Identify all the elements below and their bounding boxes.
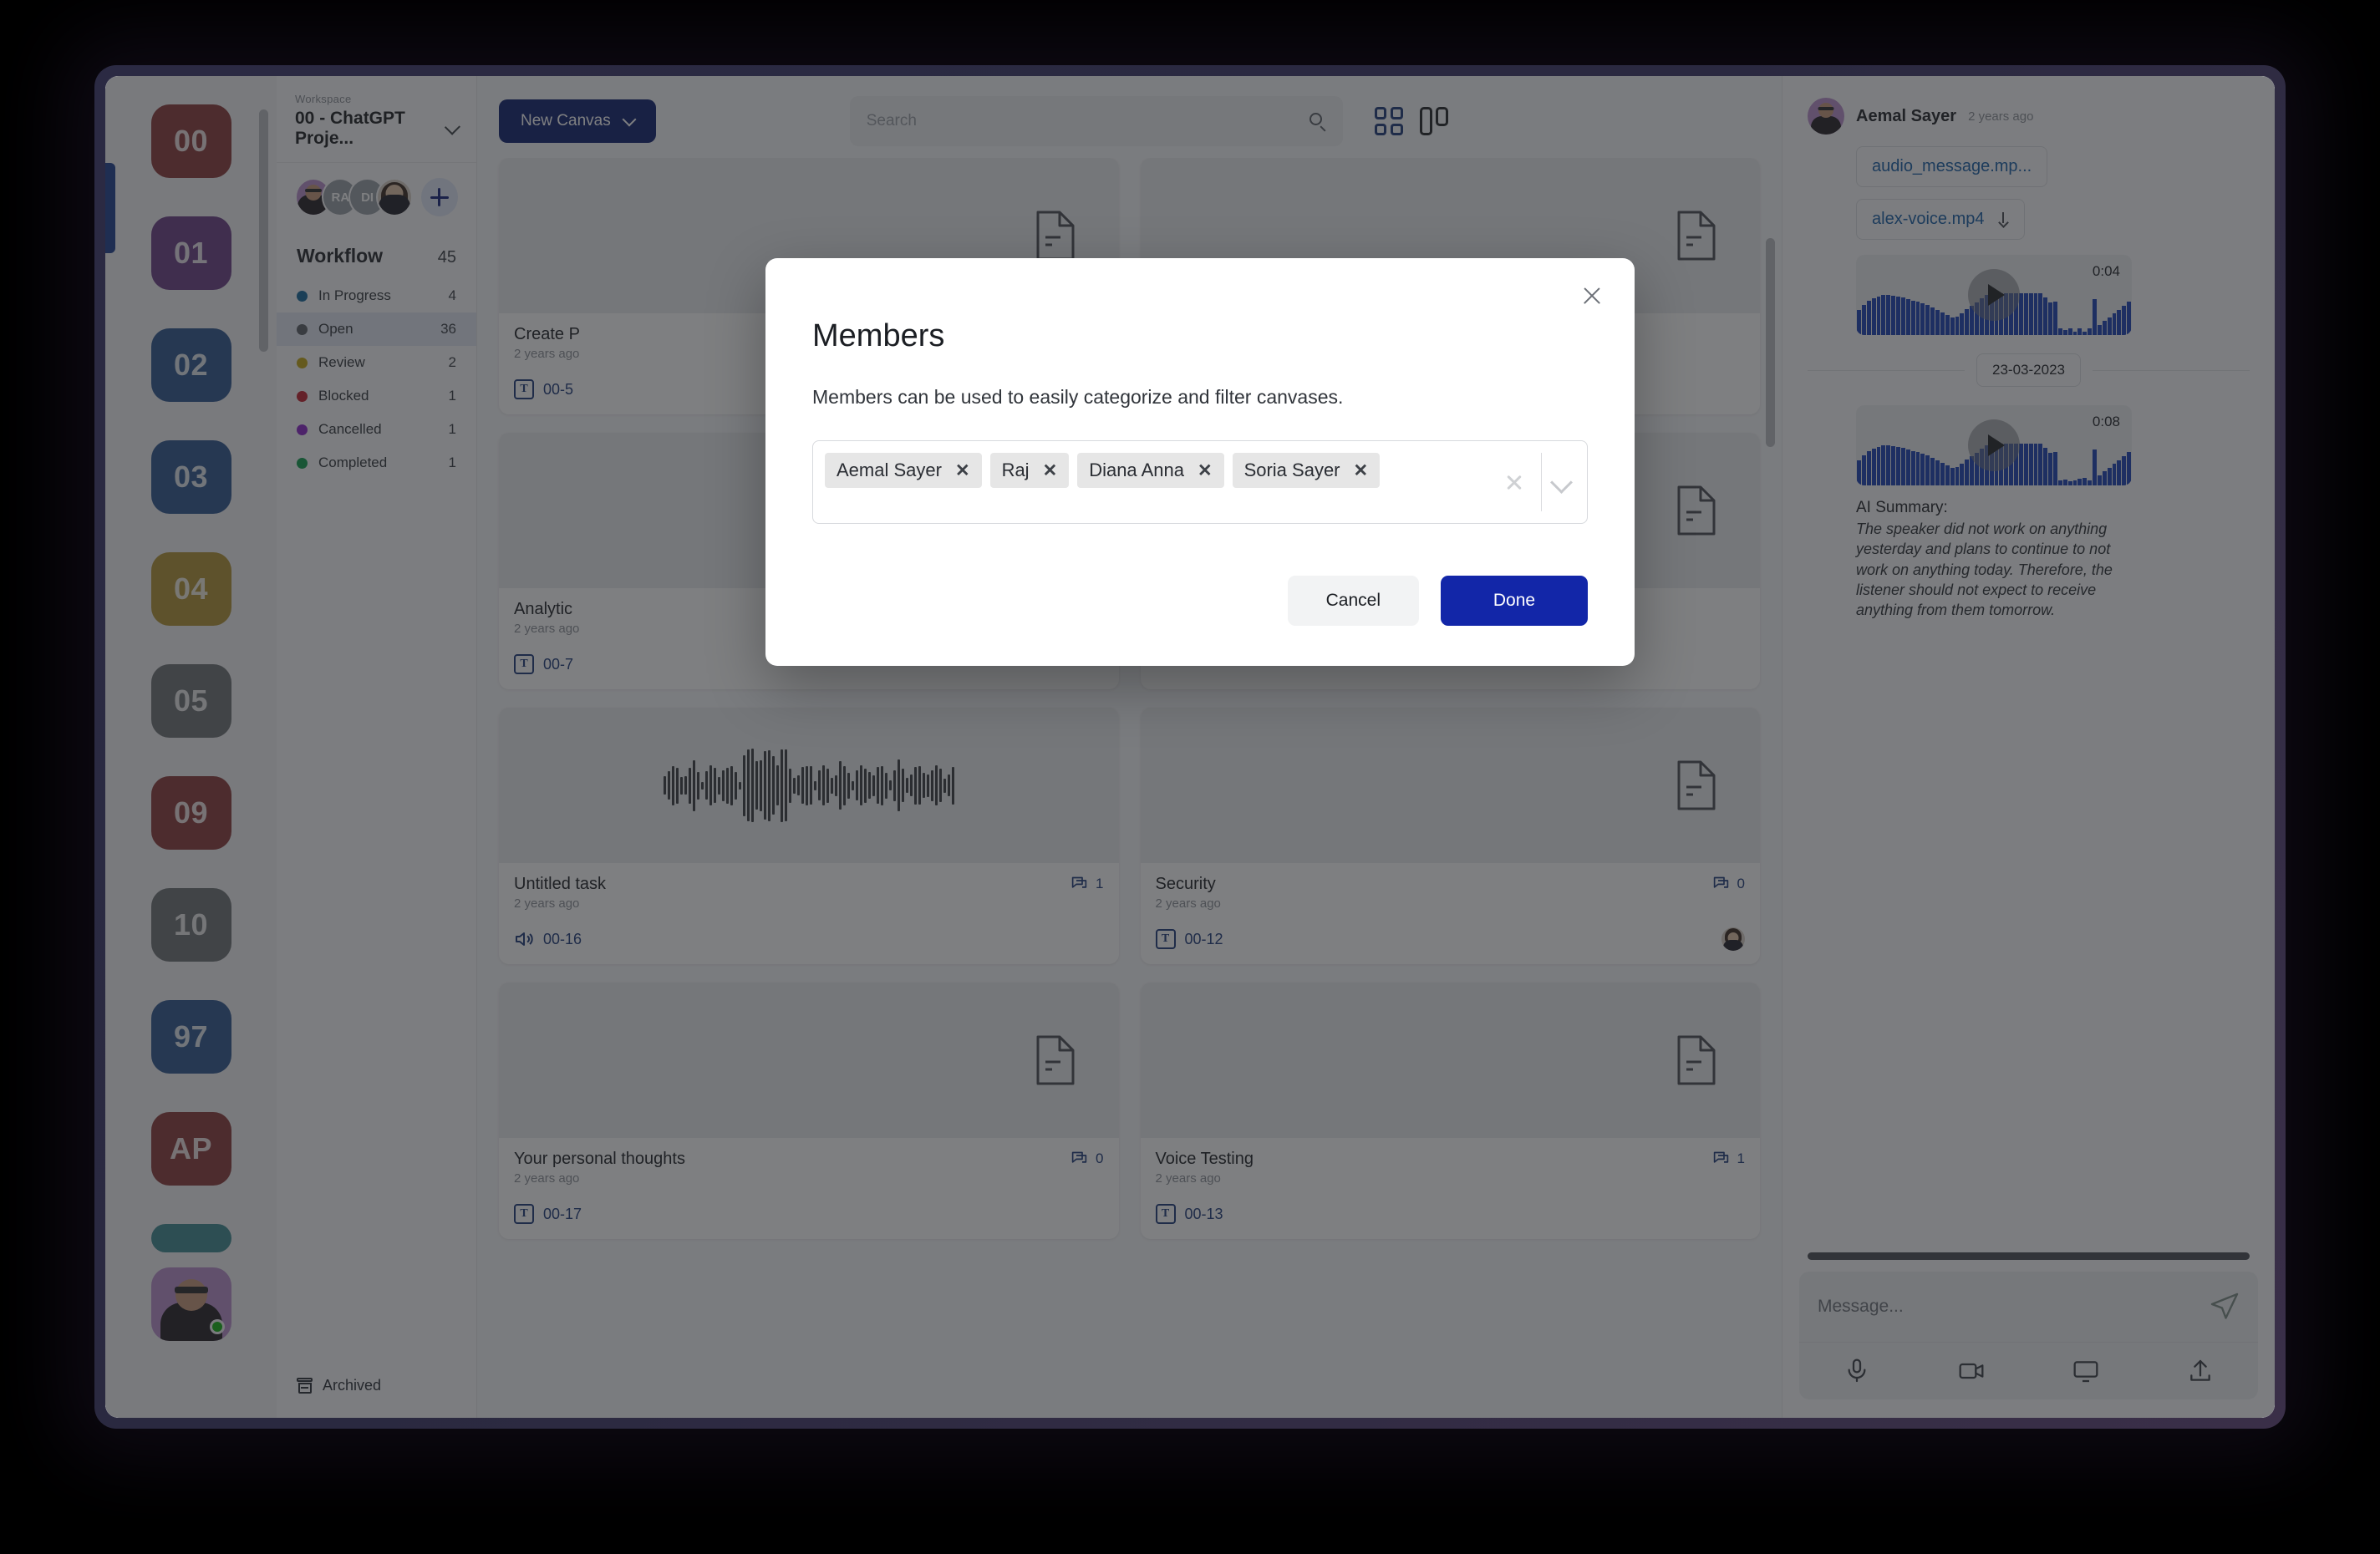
multiselect-actions bbox=[1496, 441, 1587, 523]
dialog-actions: Cancel Done bbox=[812, 576, 1588, 626]
member-chip[interactable]: Raj ✕ bbox=[990, 453, 1070, 488]
divider bbox=[1541, 453, 1542, 511]
remove-member-icon[interactable]: ✕ bbox=[1354, 462, 1369, 480]
app-screen: 000102030405091097AP Workspace 00 - Chat… bbox=[105, 76, 2275, 1418]
member-chip[interactable]: Diana Anna ✕ bbox=[1077, 453, 1223, 488]
dialog-title: Members bbox=[812, 318, 1588, 354]
remove-member-icon[interactable]: ✕ bbox=[1198, 462, 1213, 480]
members-multiselect[interactable]: Aemal Sayer ✕ Raj ✕ Diana Anna ✕ Soria Sayer ✕ bbox=[812, 440, 1588, 524]
member-chip-label: Diana Anna bbox=[1089, 460, 1184, 481]
done-button[interactable]: Done bbox=[1441, 576, 1588, 626]
chevron-down-icon[interactable] bbox=[1550, 471, 1572, 493]
member-chip[interactable]: Aemal Sayer ✕ bbox=[825, 453, 982, 488]
member-chip-list: Aemal Sayer ✕ Raj ✕ Diana Anna ✕ Soria Sayer ✕ bbox=[813, 441, 1496, 523]
remove-member-icon[interactable]: ✕ bbox=[1043, 462, 1058, 480]
members-dialog: Members Members can be used to easily ca… bbox=[765, 258, 1635, 666]
member-chip-label: Soria Sayer bbox=[1244, 460, 1340, 481]
cancel-button[interactable]: Cancel bbox=[1288, 576, 1419, 626]
member-chip[interactable]: Soria Sayer ✕ bbox=[1233, 453, 1381, 488]
app-window-frame: 000102030405091097AP Workspace 00 - Chat… bbox=[94, 65, 2286, 1429]
remove-member-icon[interactable]: ✕ bbox=[955, 462, 970, 480]
member-chip-label: Aemal Sayer bbox=[837, 460, 942, 481]
member-chip-label: Raj bbox=[1002, 460, 1030, 481]
dialog-description: Members can be used to easily categorize… bbox=[812, 386, 1588, 409]
close-icon[interactable] bbox=[1578, 282, 1606, 310]
clear-icon[interactable] bbox=[1496, 464, 1533, 500]
